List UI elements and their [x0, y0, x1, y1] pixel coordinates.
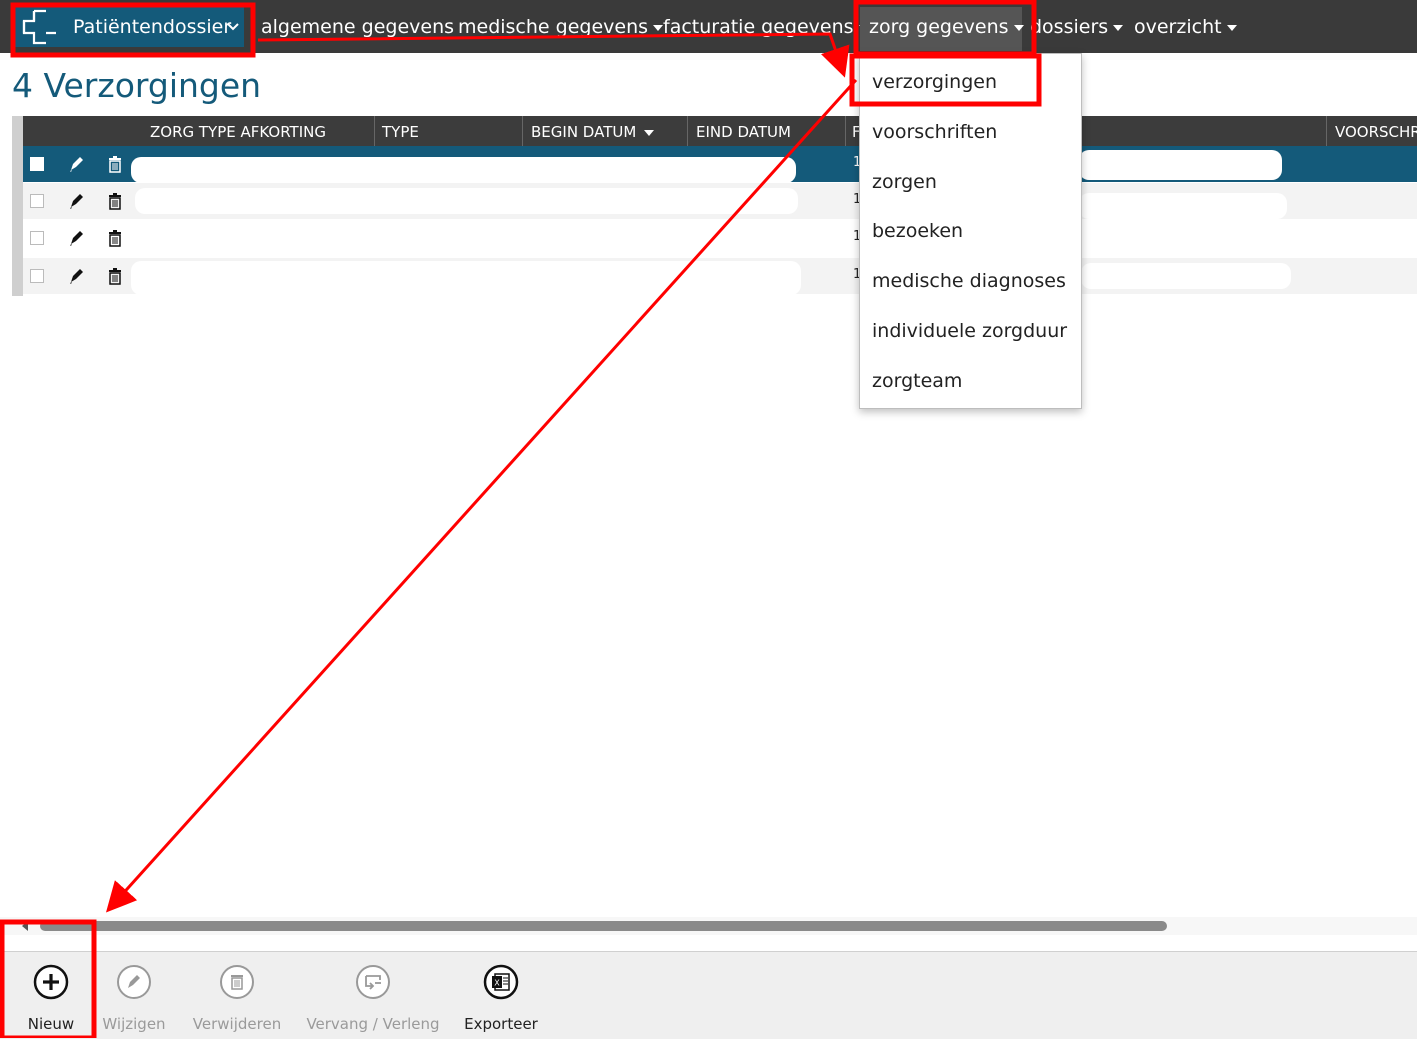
replace-extend-button-label: Vervang / Verleng	[306, 1015, 440, 1033]
replace-circle-icon	[356, 965, 390, 999]
col-divider	[1326, 116, 1327, 146]
svg-text:X: X	[494, 979, 500, 988]
table-row[interactable]: 1	[23, 220, 1417, 256]
caret-down-icon	[1013, 24, 1024, 31]
replace-extend-button[interactable]: Vervang / Verleng	[305, 964, 441, 1033]
pencil-circle-icon	[117, 965, 151, 999]
bottom-toolbar: Nieuw Wijzigen Verwijderen Vervang / Ver…	[0, 951, 1417, 1039]
trash-circle-icon	[220, 965, 254, 999]
row-checkbox[interactable]	[30, 194, 44, 208]
row-checkbox[interactable]	[30, 231, 44, 245]
sort-caret-icon	[644, 129, 655, 136]
edit-button[interactable]: Wijzigen	[100, 964, 168, 1033]
export-button-label: Exporteer	[464, 1015, 538, 1033]
pencil-icon[interactable]	[66, 191, 86, 211]
cross-logo-icon	[22, 9, 56, 45]
caret-down-icon	[653, 24, 664, 31]
pencil-icon[interactable]	[66, 154, 86, 174]
delete-button-label: Verwijderen	[192, 1015, 282, 1033]
caret-down-icon	[1113, 24, 1124, 31]
edit-button-label: Wijzigen	[102, 1015, 166, 1033]
nav-facturatie-gegevens[interactable]: facturatie gegevens	[663, 16, 869, 38]
excel-icon: X	[483, 964, 519, 1000]
table-row[interactable]: 1	[23, 258, 1417, 295]
scroll-left-icon[interactable]	[22, 921, 28, 931]
col-zorg-type-afkorting[interactable]: ZORG TYPE AFKORTING	[150, 123, 326, 141]
trash-icon[interactable]	[105, 228, 125, 248]
nav-algemene-gegevens[interactable]: algemene gegevens	[261, 16, 454, 38]
row-checkbox[interactable]	[30, 269, 44, 283]
row-checkbox[interactable]	[30, 157, 44, 171]
table-row[interactable]: 1	[23, 183, 1417, 219]
scrollbar-thumb[interactable]	[40, 921, 1167, 931]
redacted-cell	[1079, 193, 1287, 219]
nav-overzicht[interactable]: overzicht	[1134, 16, 1237, 38]
col-voorschrift[interactable]: VOORSCHR	[1335, 123, 1417, 141]
delete-button[interactable]: Verwijderen	[192, 964, 282, 1033]
col-divider	[845, 116, 846, 146]
col-divider	[522, 116, 523, 146]
trash-icon[interactable]	[105, 191, 125, 211]
trash-icon[interactable]	[105, 154, 125, 174]
menu-item-zorgteam[interactable]: zorgteam	[872, 370, 962, 392]
brand-menu[interactable]: Patiëntendossier	[15, 7, 244, 47]
redacted-cell	[1079, 150, 1282, 180]
menu-item-medische-diagnoses[interactable]: medische diagnoses	[872, 270, 1066, 292]
nav-dossiers[interactable]: dossiers	[1030, 16, 1124, 38]
new-button[interactable]: Nieuw	[18, 964, 84, 1033]
col-eind-datum[interactable]: EIND DATUM	[696, 123, 791, 141]
brand-label: Patiëntendossier	[73, 16, 232, 38]
redacted-cell	[131, 261, 801, 295]
export-button[interactable]: X Exporteer	[463, 964, 539, 1033]
col-divider	[374, 116, 375, 146]
menu-item-zorgen[interactable]: zorgen	[872, 171, 937, 193]
plus-circle-icon	[33, 964, 69, 1000]
col-type[interactable]: TYPE	[382, 123, 419, 141]
grid-edge	[12, 116, 23, 296]
nav-medische-gegevens[interactable]: medische gegevens	[458, 16, 664, 38]
zorg-gegevens-dropdown: verzorgingen voorschriften zorgen bezoek…	[859, 53, 1082, 409]
pencil-icon[interactable]	[66, 266, 86, 286]
chevron-down-icon	[227, 23, 239, 31]
trash-icon[interactable]	[105, 266, 125, 286]
pencil-icon[interactable]	[66, 228, 86, 248]
nav-zorg-gegevens[interactable]: zorg gegevens	[869, 16, 1024, 38]
redacted-cell	[1081, 263, 1291, 289]
menu-item-verzorgingen[interactable]: verzorgingen	[872, 71, 997, 93]
menu-item-bezoeken[interactable]: bezoeken	[872, 220, 963, 242]
redacted-cell	[131, 157, 796, 183]
col-divider	[687, 116, 688, 146]
new-button-label: Nieuw	[27, 1015, 75, 1033]
menu-item-individuele-zorgduur[interactable]: individuele zorgduur	[872, 320, 1067, 342]
menu-item-voorschriften[interactable]: voorschriften	[872, 121, 997, 143]
caret-down-icon	[1226, 24, 1237, 31]
top-navigation-bar: Patiëntendossier algemene gegevens medis…	[0, 0, 1417, 53]
col-begin-datum[interactable]: BEGIN DATUM	[531, 123, 655, 141]
redacted-cell	[135, 188, 798, 214]
table-row[interactable]: 1	[23, 146, 1417, 183]
page-title: 4 Verzorgingen	[12, 66, 262, 105]
grid-header: ZORG TYPE AFKORTING TYPE BEGIN DATUM EIN…	[23, 116, 1417, 146]
